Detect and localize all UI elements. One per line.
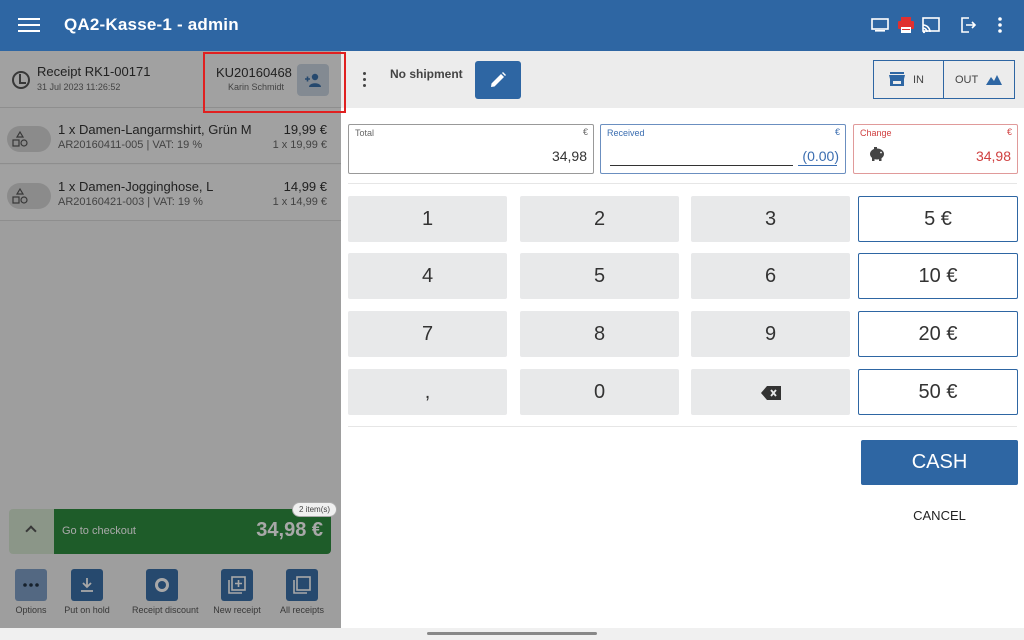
landscape-icon [986, 75, 1002, 85]
change-value: 34,98 [975, 148, 1011, 164]
item-price: 14,99 € [283, 179, 327, 194]
key-2[interactable]: 2 [520, 196, 679, 242]
customer-highlight-box [203, 52, 346, 113]
library-icon [286, 569, 318, 601]
discount-icon [146, 569, 178, 601]
cash-button[interactable]: CASH [861, 440, 1018, 485]
list-item[interactable]: 1 x Damen-Jogginghose, L AR20160421-003 … [0, 165, 341, 221]
divider [348, 183, 1017, 184]
all-receipts-label: All receipts [279, 605, 324, 615]
checkout-bar[interactable]: Go to checkout 34,98 € [9, 509, 331, 554]
all-receipts-button[interactable]: All receipts [272, 569, 332, 615]
new-receipt-button[interactable]: New receipt [207, 569, 267, 615]
download-icon [71, 569, 103, 601]
cash-in-out-toggle: IN OUT [873, 60, 1015, 99]
cash-out-button[interactable]: OUT [944, 61, 1014, 98]
backspace-button[interactable] [691, 369, 850, 415]
pencil-icon [491, 72, 506, 87]
key-6[interactable]: 6 [691, 253, 850, 299]
key-8[interactable]: 8 [520, 311, 679, 357]
receipt-panel: Receipt RK1-00171 31 Jul 2023 11:26:52 K… [0, 51, 341, 628]
item-qty: 1 x 19,99 € [272, 139, 327, 151]
options-button[interactable]: Options [1, 569, 61, 615]
cash-20-button[interactable]: 20 € [858, 311, 1018, 357]
system-nav-bar [0, 628, 1024, 640]
key-0[interactable]: 0 [520, 369, 679, 415]
change-currency: € [1006, 127, 1012, 137]
display-icon[interactable] [870, 15, 890, 35]
key-comma[interactable]: , [348, 369, 507, 415]
total-field: Total € 34,98 [348, 124, 594, 174]
put-on-hold-label: Put on hold [64, 605, 110, 615]
item-sku: AR20160411-005 | VAT: 19 % [58, 139, 203, 151]
receipt-date: 31 Jul 2023 11:26:52 [37, 82, 121, 92]
cash-in-label: IN [913, 74, 924, 86]
receipt-discount-button[interactable]: Receipt discount [132, 569, 199, 615]
received-input[interactable]: Received € (0.00) [600, 124, 846, 174]
list-item[interactable]: 1 x Damen-Langarmshirt, Grün M AR2016041… [0, 108, 341, 164]
key-7[interactable]: 7 [348, 311, 507, 357]
key-1[interactable]: 1 [348, 196, 507, 242]
change-field: Change € 34,98 [853, 124, 1018, 174]
key-4[interactable]: 4 [348, 253, 507, 299]
receipt-status-icon [12, 71, 30, 89]
expand-up-icon[interactable] [9, 509, 54, 554]
checkout-label: Go to checkout [62, 525, 136, 537]
shipment-bar: No shipment IN OUT [341, 51, 1024, 108]
checkout-total: 34,98 € [256, 519, 323, 541]
received-label: Received [607, 128, 645, 138]
put-on-hold-button[interactable]: Put on hold [57, 569, 117, 615]
backspace-icon [760, 385, 781, 400]
app-title: QA2-Kasse-1 - admin [64, 15, 239, 34]
edit-shipment-button[interactable] [475, 61, 521, 99]
receipt-title: Receipt RK1-00171 [37, 64, 151, 79]
item-name: 1 x Damen-Jogginghose, L [58, 179, 214, 194]
options-label: Options [15, 605, 47, 615]
item-price: 19,99 € [283, 122, 327, 137]
cash-in-button[interactable]: IN [874, 61, 944, 98]
cash-10-button[interactable]: 10 € [858, 253, 1018, 299]
shipment-label: No shipment [390, 67, 463, 81]
change-label: Change [860, 128, 892, 138]
total-currency: € [582, 127, 588, 137]
key-9[interactable]: 9 [691, 311, 850, 357]
received-value-underline [798, 165, 837, 166]
item-count-badge: 2 item(s) [292, 502, 337, 517]
new-receipt-label: New receipt [213, 605, 261, 615]
menu-icon[interactable] [18, 15, 40, 35]
item-qty: 1 x 14,99 € [272, 196, 327, 208]
received-value: (0.00) [802, 148, 839, 164]
received-underline [610, 165, 793, 166]
key-3[interactable]: 3 [691, 196, 850, 242]
total-value: 34,98 [551, 148, 587, 164]
store-icon [889, 72, 905, 86]
piggy-bank-icon [870, 147, 884, 161]
app-header: QA2-Kasse-1 - admin [0, 0, 1024, 51]
cancel-button[interactable]: CANCEL [901, 506, 978, 526]
home-gesture-handle[interactable] [427, 632, 597, 635]
key-5[interactable]: 5 [520, 253, 679, 299]
received-currency: € [834, 127, 840, 137]
cast-icon[interactable] [921, 15, 941, 35]
total-label: Total [355, 128, 375, 138]
more-vert-icon[interactable] [363, 72, 367, 88]
more-horiz-icon [15, 569, 47, 601]
add-box-icon [221, 569, 253, 601]
more-vert-icon[interactable] [990, 15, 1010, 35]
go-to-checkout-button[interactable]: Go to checkout 34,98 € [54, 509, 331, 554]
product-shapes-icon [7, 183, 51, 209]
product-shapes-icon [7, 126, 51, 152]
printer-icon[interactable] [896, 15, 916, 35]
cash-50-button[interactable]: 50 € [858, 369, 1018, 415]
cash-out-label: OUT [955, 74, 979, 86]
payment-panel: No shipment IN OUT Total € 34,98 Receive… [341, 51, 1024, 628]
cash-5-button[interactable]: 5 € [858, 196, 1018, 242]
logout-icon[interactable] [958, 15, 978, 35]
receipt-discount-label: Receipt discount [132, 605, 199, 615]
item-name: 1 x Damen-Langarmshirt, Grün M [58, 122, 252, 137]
item-sku: AR20160421-003 | VAT: 19 % [58, 196, 203, 208]
divider [348, 426, 1017, 427]
